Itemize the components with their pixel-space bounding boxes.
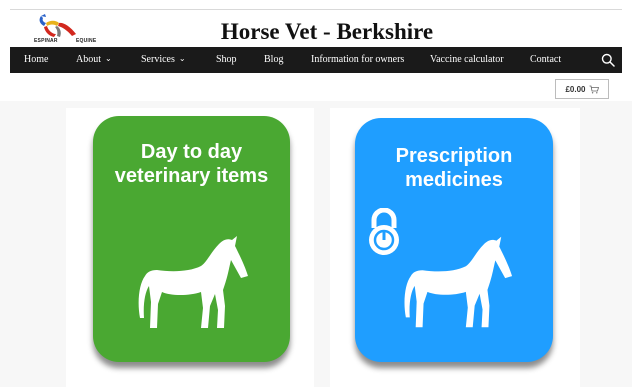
nav-item-label: Vaccine calculator	[430, 54, 504, 65]
category-title: Prescription medicines	[355, 144, 553, 192]
chevron-down-icon: ⌄	[178, 54, 186, 63]
cart-icon	[589, 85, 599, 93]
padlock-icon	[369, 208, 399, 255]
nav-item-about[interactable]: About ⌄	[76, 47, 112, 73]
cart-button[interactable]: £0.00	[555, 79, 609, 99]
category-title: Day to day veterinary items	[93, 140, 290, 188]
category-title-line: Prescription	[395, 145, 513, 167]
nav-item-services[interactable]: Services ⌄	[141, 47, 186, 73]
search-icon[interactable]	[601, 53, 615, 67]
category-title-line: medicines	[405, 169, 503, 191]
nav-item-home[interactable]: Home	[24, 47, 48, 73]
nav-item-label: Shop	[216, 54, 237, 65]
category-title-line: Day to day	[140, 141, 243, 163]
nav-item-contact[interactable]: Contact	[530, 47, 561, 73]
nav-item-shop[interactable]: Shop	[216, 47, 237, 73]
site-title[interactable]: Horse Vet - Berkshire	[0, 19, 632, 45]
nav-item-blog[interactable]: Blog	[264, 47, 283, 73]
nav-item-label: About	[76, 54, 101, 65]
nav-item-label: Home	[24, 54, 49, 65]
horse-icon	[138, 236, 248, 328]
category-title-line: veterinary items	[114, 165, 269, 187]
chevron-down-icon: ⌄	[105, 54, 112, 63]
nav-item-label: Contact	[530, 54, 562, 65]
main-navigation: Home About ⌄ Services ⌄ Shop Blog Informat…	[10, 47, 622, 73]
category-tile-day-to-day[interactable]: Day to day veterinary items	[93, 116, 290, 362]
header-divider	[10, 9, 622, 10]
horse-icon	[404, 236, 513, 328]
nav-item-label: Services	[141, 54, 175, 65]
nav-item-label: Information for owners	[311, 54, 405, 65]
nav-item-information-for-owners[interactable]: Information for owners	[311, 47, 404, 73]
category-tile-prescription[interactable]: Prescription medicines	[355, 118, 553, 362]
cart-amount: £0.00	[565, 84, 586, 94]
nav-item-vaccine-calculator[interactable]: Vaccine calculator	[430, 47, 504, 73]
nav-item-label: Blog	[264, 54, 284, 65]
